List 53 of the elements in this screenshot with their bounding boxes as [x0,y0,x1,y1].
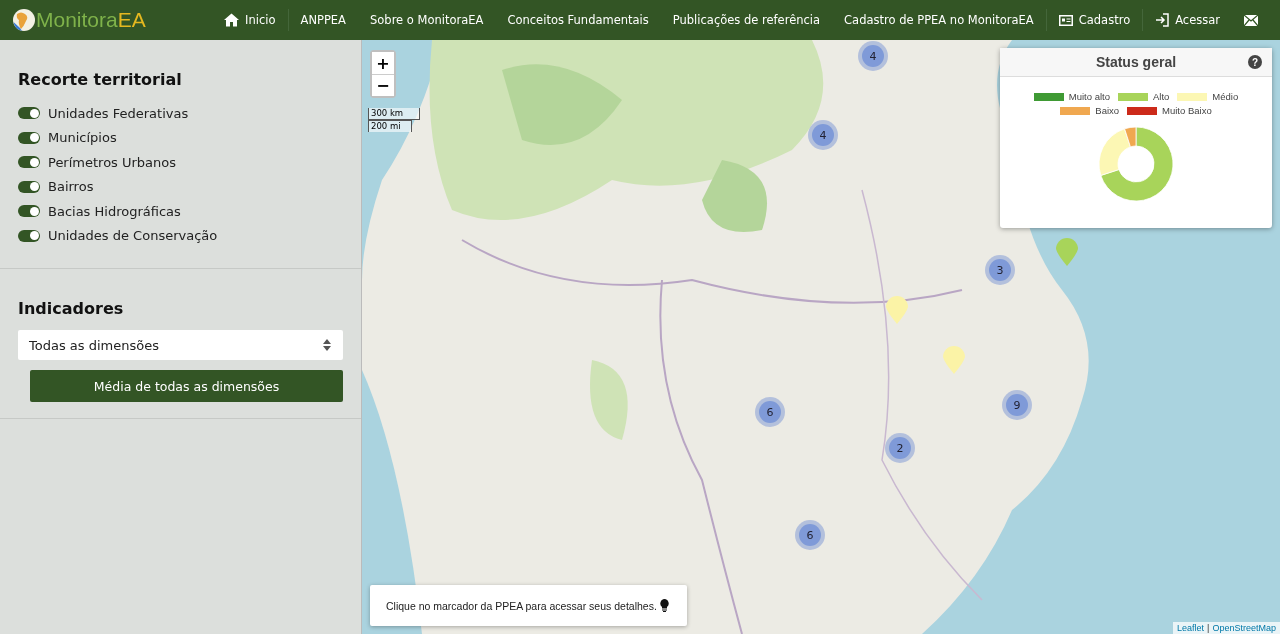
toggle-switch[interactable] [18,156,40,169]
lightbulb-icon [659,599,669,612]
legend-label: Muito Baixo [1162,105,1212,116]
separator: | [1207,623,1210,633]
legend-label: Alto [1152,91,1170,102]
help-button[interactable]: ? [1248,55,1262,69]
zoom-out-button[interactable]: − [372,74,394,96]
legend-label: Baixo [1095,105,1120,116]
nav-link[interactable]: Conceitos Fundamentais [495,13,661,27]
sort-caret-icon [323,339,331,351]
toggle-switch[interactable] [18,107,40,120]
cluster-marker[interactable]: 2 [885,433,915,463]
nav-link[interactable]: Publicações de referência [660,13,833,27]
legend-label: Médio [1212,91,1239,102]
layer-label: Perímetros Urbanos [48,154,177,170]
nav-link[interactable]: Cadastro de PPEA no MonitoraEA [832,13,1046,27]
home-icon [224,13,240,27]
nav-link[interactable]: Sobre o MonitoraEA [358,13,496,27]
login-icon [1155,13,1170,27]
layer-label: Municípios [48,130,117,146]
scale-bar: 200 mi [368,120,412,132]
cluster-marker[interactable]: 6 [755,397,785,427]
scale-bar: 300 km [368,108,420,120]
nav-link[interactable]: Acessar [1143,13,1232,27]
globe-icon [12,8,36,32]
toggle-switch[interactable] [18,205,40,218]
info-text: Clique no marcador da PPEA para acessar seus detalhes. [386,599,657,612]
attribution-link[interactable]: OpenStreetMap [1212,623,1276,633]
cluster-marker[interactable]: 4 [808,120,838,150]
layer-label: Bairros [48,179,94,195]
cluster-marker[interactable]: 6 [795,520,825,550]
toggle-switch[interactable] [18,180,40,193]
section-title: Recorte territorial [18,70,183,89]
section-title: Indicadores [18,299,125,318]
logo[interactable]: MonitoraEA [12,8,146,32]
cluster-marker[interactable]: 9 [1002,390,1032,420]
toggle-switch[interactable] [18,131,40,144]
toggle-switch[interactable] [18,229,40,242]
cluster-marker[interactable]: 3 [985,255,1015,285]
attribution-link[interactable]: Leaflet [1177,623,1205,633]
average-button[interactable]: Média de todas as dimensões [30,370,343,402]
cluster-marker[interactable]: 4 [858,41,888,71]
layer-label: Unidades Federativas [48,105,189,121]
panel-title: Status geral [1095,54,1177,70]
mail-icon [1244,14,1258,26]
nav-link[interactable]: ANPPEA [288,13,358,27]
legend-label: Muito alto [1068,91,1110,102]
nav-link[interactable]: Cadastro [1046,13,1143,27]
nav-link[interactable]: Inicio [212,13,288,27]
dimension-select[interactable]: Todas as dimensões [18,330,343,360]
layer-label: Unidades de Conservação [48,228,218,244]
layer-label: Bacias Hidrográficas [48,203,181,219]
id-card-icon [1058,14,1073,26]
